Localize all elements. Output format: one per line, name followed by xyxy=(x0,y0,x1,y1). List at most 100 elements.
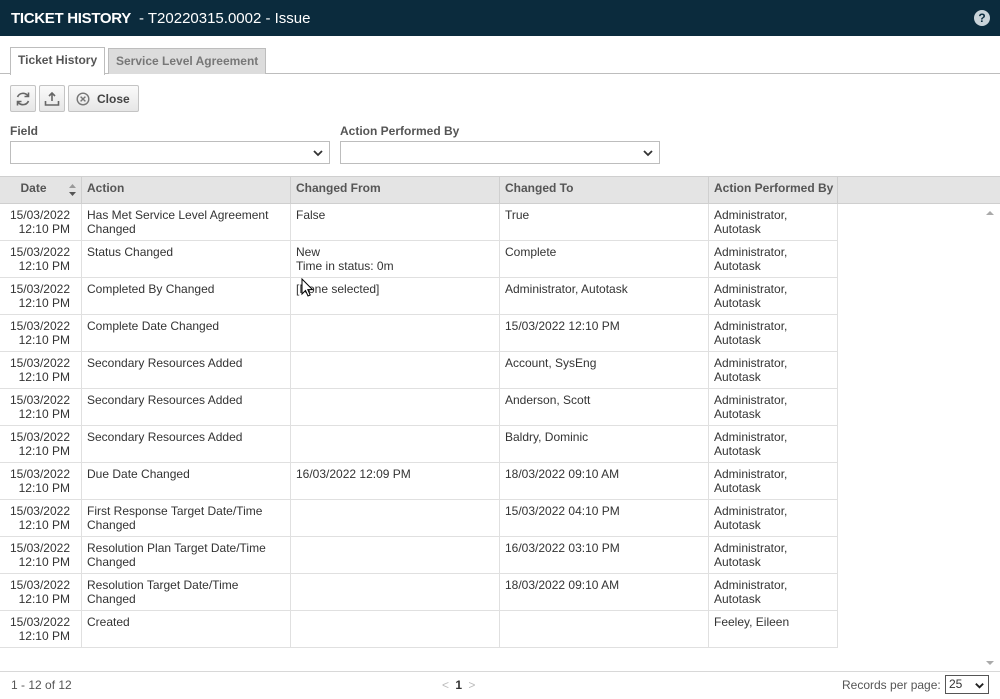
scroll-down-icon[interactable] xyxy=(984,658,996,668)
cell-action: Complete Date Changed xyxy=(82,315,291,352)
cell-changed-from xyxy=(291,389,500,426)
table-row[interactable]: 15/03/2022 12:10 PM Complete Date Changed 1… xyxy=(0,315,838,352)
tab-bar: Ticket History Service Level Agreement xyxy=(0,46,1000,75)
cell-date-line2: 12:10 PM xyxy=(18,555,70,569)
current-page[interactable]: 1 xyxy=(455,678,462,692)
column-header-changed-from[interactable]: Changed From xyxy=(291,177,500,204)
table-row[interactable]: 15/03/2022 12:10 PM Completed By Changed [N… xyxy=(0,278,838,315)
cell-action-performed-by: Administrator, Autotask xyxy=(709,463,838,500)
cell-date-line1: 15/03/2022 xyxy=(9,430,70,444)
table-row[interactable]: 15/03/2022 12:10 PM Resolution Plan Target… xyxy=(0,537,838,574)
cell-changed-to: 15/03/2022 04:10 PM xyxy=(500,500,709,537)
cell-action: Created xyxy=(82,611,291,648)
cell-action-line1: Secondary Resources Added xyxy=(87,430,243,444)
cell-action: Secondary Resources Added xyxy=(82,426,291,463)
cell-changed-from xyxy=(291,426,500,463)
cell-action-line1: Completed By Changed xyxy=(87,282,215,296)
help-icon[interactable]: ? xyxy=(974,10,990,26)
cell-action: Resolution Plan Target Date/Time Changed xyxy=(82,537,291,574)
performed-by-filter-label: Action Performed By xyxy=(340,124,460,138)
column-header-action[interactable]: Action xyxy=(82,177,291,204)
export-icon xyxy=(44,91,60,106)
table-row[interactable]: 15/03/2022 12:10 PM Has Met Service Level … xyxy=(0,204,838,241)
cell-changed-from-line1: New xyxy=(296,245,321,259)
cell-date-line2: 12:10 PM xyxy=(18,592,70,606)
cell-date-line1: 15/03/2022 xyxy=(9,541,70,555)
cell-changed-to: Complete xyxy=(500,241,709,278)
tab-ticket-history[interactable]: Ticket History xyxy=(10,47,106,75)
cell-changed-from-line2: Time in status: 0m xyxy=(296,259,394,273)
cell-changed-to-line1: Baldry, Dominic xyxy=(505,430,589,444)
cell-date: 15/03/2022 12:10 PM xyxy=(0,574,82,611)
cell-date-line2: 12:10 PM xyxy=(18,333,70,347)
cell-action-performed-by-line2: Autotask xyxy=(714,555,761,569)
cell-date-line1: 15/03/2022 xyxy=(9,245,70,259)
cell-changed-to-line1: 15/03/2022 04:10 PM xyxy=(505,504,620,518)
cell-action-performed-by: Administrator, Autotask xyxy=(709,574,838,611)
cell-action-line2: Changed xyxy=(87,518,136,532)
cell-changed-from xyxy=(291,500,500,537)
cell-action-line1: Secondary Resources Added xyxy=(87,356,243,370)
cell-changed-to: 15/03/2022 12:10 PM xyxy=(500,315,709,352)
cell-action-performed-by: Administrator, Autotask xyxy=(709,426,838,463)
scroll-up-icon[interactable] xyxy=(984,208,996,218)
cell-action-performed-by-line1: Administrator, xyxy=(714,393,788,407)
table-row[interactable]: 15/03/2022 12:10 PM Due Date Changed 16/03/… xyxy=(0,463,838,500)
cell-changed-from: New Time in status: 0m xyxy=(291,241,500,278)
cell-changed-to-line1: 15/03/2022 12:10 PM xyxy=(505,319,620,333)
vertical-scrollbar[interactable] xyxy=(984,204,996,672)
cell-action-performed-by-line1: Administrator, xyxy=(714,467,788,481)
column-header-action-performed-by[interactable]: Action Performed By xyxy=(709,177,838,204)
cell-changed-to xyxy=(500,611,709,648)
records-per-page-label: Records per page: xyxy=(842,678,941,692)
grid-body: 15/03/2022 12:10 PM Has Met Service Level … xyxy=(0,204,1000,672)
tab-service-level-agreement[interactable]: Service Level Agreement xyxy=(108,48,267,74)
cell-action-line1: Secondary Resources Added xyxy=(87,393,243,407)
cell-action-performed-by-line2: Autotask xyxy=(714,592,761,606)
cell-action: Secondary Resources Added xyxy=(82,389,291,426)
cell-action-line1: Resolution Plan Target Date/Time xyxy=(87,541,266,555)
cell-action-performed-by-line1: Administrator, xyxy=(714,356,788,370)
cell-date-line1: 15/03/2022 xyxy=(9,356,70,370)
table-row[interactable]: 15/03/2022 12:10 PM Secondary Resources Ad… xyxy=(0,352,838,389)
next-page-button[interactable]: > xyxy=(468,678,475,692)
cell-action: Status Changed xyxy=(82,241,291,278)
table-row[interactable]: 15/03/2022 12:10 PM Created Feeley, Eileen xyxy=(0,611,838,648)
table-row[interactable]: 15/03/2022 12:10 PM Resolution Target Date… xyxy=(0,574,838,611)
table-row[interactable]: 15/03/2022 12:10 PM First Response Target … xyxy=(0,500,838,537)
cell-date-line2: 12:10 PM xyxy=(18,296,70,310)
cell-action-performed-by-line1: Administrator, xyxy=(714,541,788,555)
cell-changed-to-line1: 18/03/2022 09:10 AM xyxy=(505,467,620,481)
cell-action-line1: Has Met Service Level Agreement xyxy=(87,208,269,222)
table-row[interactable]: 15/03/2022 12:10 PM Secondary Resources Ad… xyxy=(0,426,838,463)
cell-date: 15/03/2022 12:10 PM xyxy=(0,389,82,426)
field-filter-select[interactable] xyxy=(10,141,330,164)
table-row[interactable]: 15/03/2022 12:10 PM Status Changed New Time … xyxy=(0,241,838,278)
cell-date-line1: 15/03/2022 xyxy=(9,504,70,518)
cell-date: 15/03/2022 12:10 PM xyxy=(0,315,82,352)
records-per-page-select[interactable]: 25 xyxy=(945,675,989,694)
cell-date-line2: 12:10 PM xyxy=(18,518,70,532)
close-label: Close xyxy=(97,91,130,106)
cell-action-line1: Resolution Target Date/Time xyxy=(87,578,239,592)
cell-action: Due Date Changed xyxy=(82,463,291,500)
cell-date-line2: 12:10 PM xyxy=(18,370,70,384)
cell-date-line1: 15/03/2022 xyxy=(9,578,70,592)
performed-by-filter-select[interactable] xyxy=(340,141,660,164)
export-button[interactable] xyxy=(39,85,65,112)
cell-changed-to: 18/03/2022 09:10 AM xyxy=(500,574,709,611)
cell-changed-to-line1: Administrator, Autotask xyxy=(505,282,628,296)
cell-action-line1: Due Date Changed xyxy=(87,467,190,481)
column-header-changed-to[interactable]: Changed To xyxy=(500,177,709,204)
table-row[interactable]: 15/03/2022 12:10 PM Secondary Resources Ad… xyxy=(0,389,838,426)
cell-changed-from: 16/03/2022 12:09 PM xyxy=(291,463,500,500)
cell-date-line2: 12:10 PM xyxy=(18,259,70,273)
close-button[interactable]: Close xyxy=(68,85,139,112)
refresh-button[interactable] xyxy=(10,85,36,112)
column-header-date[interactable]: Date xyxy=(0,177,82,204)
cell-action-performed-by: Administrator, Autotask xyxy=(709,537,838,574)
cell-action-line2: Changed xyxy=(87,222,136,236)
prev-page-button[interactable]: < xyxy=(442,678,449,692)
cell-action-performed-by-line1: Administrator, xyxy=(714,282,788,296)
cell-date-line1: 15/03/2022 xyxy=(9,393,70,407)
